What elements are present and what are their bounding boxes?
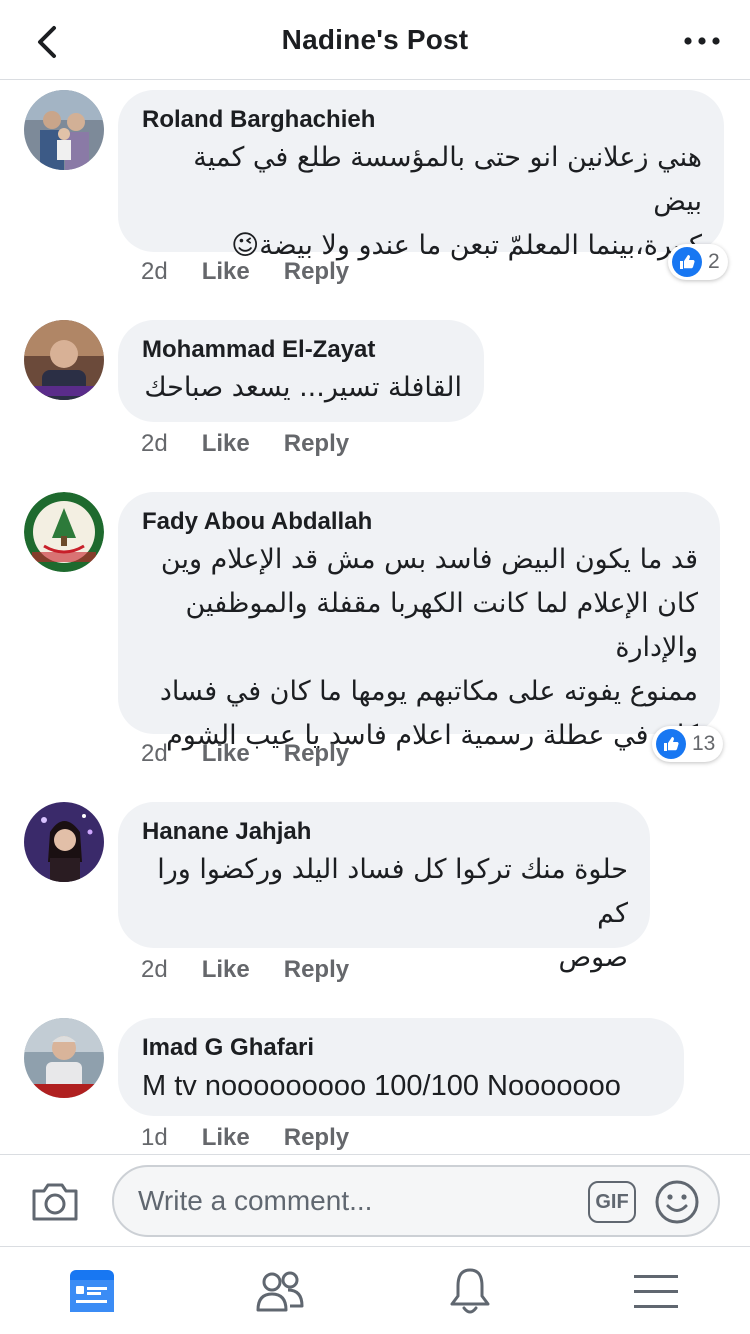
- comment-actions: 2d Like Reply: [141, 740, 383, 768]
- page-title: Nadine's Post: [281, 24, 469, 55]
- reply-button[interactable]: Reply: [284, 258, 349, 286]
- reaction-number: 13: [692, 732, 716, 755]
- avatar[interactable]: [24, 90, 104, 170]
- comment-text-line: قد ما يكون البيض فاسد بس مش قد الإعلام و…: [160, 544, 698, 575]
- avatar[interactable]: [24, 320, 104, 400]
- avatar[interactable]: [24, 492, 104, 572]
- comment-bubble: Mohammad El-Zayat القافلة تسير... يسعد ص…: [118, 320, 484, 422]
- comment-author[interactable]: Imad G Ghafari: [142, 1032, 662, 1064]
- comment-text-line: كان الإعلام لما كانت الكهربا مقفلة والمو…: [185, 588, 699, 663]
- tab-notifications[interactable]: [440, 1265, 500, 1317]
- like-button[interactable]: Like: [202, 1124, 250, 1152]
- menu-icon: [634, 1275, 678, 1308]
- comment-author[interactable]: Mohammad El-Zayat: [142, 334, 462, 366]
- like-button[interactable]: Like: [202, 740, 250, 768]
- friends-icon: [256, 1271, 304, 1312]
- gif-button[interactable]: GIF: [588, 1181, 636, 1223]
- comment-composer: Write a comment... GIF: [0, 1154, 750, 1246]
- news-feed-icon: [70, 1270, 114, 1312]
- bell-icon: [450, 1268, 490, 1314]
- comment-input-placeholder: Write a comment...: [138, 1185, 373, 1216]
- more-options-button[interactable]: [682, 30, 722, 52]
- like-button[interactable]: Like: [202, 956, 250, 984]
- tab-friends[interactable]: [250, 1265, 310, 1317]
- tab-menu[interactable]: [626, 1265, 686, 1317]
- reaction-count[interactable]: 2: [668, 244, 728, 280]
- comment-input[interactable]: Write a comment... GIF: [112, 1165, 720, 1237]
- avatar[interactable]: [24, 1018, 104, 1098]
- avatar[interactable]: [24, 802, 104, 882]
- reply-button[interactable]: Reply: [284, 1124, 349, 1152]
- reaction-number: 2: [708, 250, 720, 273]
- top-nav-bar: Nadine's Post: [0, 0, 750, 80]
- camera-button[interactable]: [30, 1181, 80, 1223]
- emoji-button[interactable]: [654, 1179, 700, 1225]
- comment-time: 2d: [141, 430, 168, 457]
- comment-time: 2d: [141, 740, 168, 767]
- comment-text-line: ممنوع يفوته على مكاتبهم يومها ما كان في …: [159, 676, 698, 707]
- comment-time: 2d: [141, 956, 168, 983]
- comment-text-line: هني زعلانين انو حتى بالمؤسسة طلع في كمية…: [193, 142, 702, 217]
- comment-author[interactable]: Fady Abou Abdallah: [142, 506, 698, 538]
- comment-actions: 2d Like Reply: [141, 430, 383, 458]
- reply-button[interactable]: Reply: [284, 740, 349, 768]
- comment-bubble: Hanane Jahjah حلوة منك تركوا كل فساد الي…: [118, 802, 650, 973]
- comment-time: 2d: [141, 258, 168, 285]
- comment-text-line: حلوة منك تركوا كل فساد اليلد وركضوا ورا …: [157, 854, 628, 929]
- like-button[interactable]: Like: [202, 430, 250, 458]
- comment-author[interactable]: Hanane Jahjah: [142, 816, 628, 848]
- gif-icon: GIF: [595, 1190, 629, 1213]
- comment-actions: 2d Like Reply: [141, 956, 383, 984]
- thumbs-up-icon: [656, 729, 686, 759]
- comment-bubble: Fady Abou Abdallah قد ما يكون البيض فاسد…: [118, 492, 720, 751]
- reply-button[interactable]: Reply: [284, 956, 349, 984]
- camera-icon: [32, 1183, 78, 1221]
- tab-news-feed[interactable]: [62, 1265, 122, 1317]
- reply-button[interactable]: Reply: [284, 430, 349, 458]
- thumbs-up-icon: [672, 247, 702, 277]
- smiley-icon: [655, 1180, 699, 1224]
- comment-actions: 1d Like Reply: [141, 1124, 383, 1152]
- comment-text-line: القافلة تسير... يسعد صباحك: [144, 372, 462, 403]
- comment-bubble: Imad G Ghafari M tv nooooooooo 100/100 N…: [118, 1018, 684, 1116]
- more-dots-icon: [684, 37, 720, 45]
- comment-author[interactable]: Roland Barghachieh: [142, 104, 702, 136]
- reaction-count[interactable]: 13: [652, 726, 724, 762]
- like-button[interactable]: Like: [202, 258, 250, 286]
- comment-time: 1d: [141, 1124, 168, 1151]
- comment-actions: 2d Like Reply: [141, 258, 383, 286]
- bottom-tab-bar: [0, 1246, 750, 1334]
- comment-text-line: M tv nooooooooo 100/100 Nooooooo: [142, 1070, 621, 1102]
- comment-bubble: Roland Barghachieh هني زعلانين انو حتى ب…: [118, 90, 724, 261]
- comments-list: Roland Barghachieh هني زعلانين انو حتى ب…: [0, 80, 750, 1154]
